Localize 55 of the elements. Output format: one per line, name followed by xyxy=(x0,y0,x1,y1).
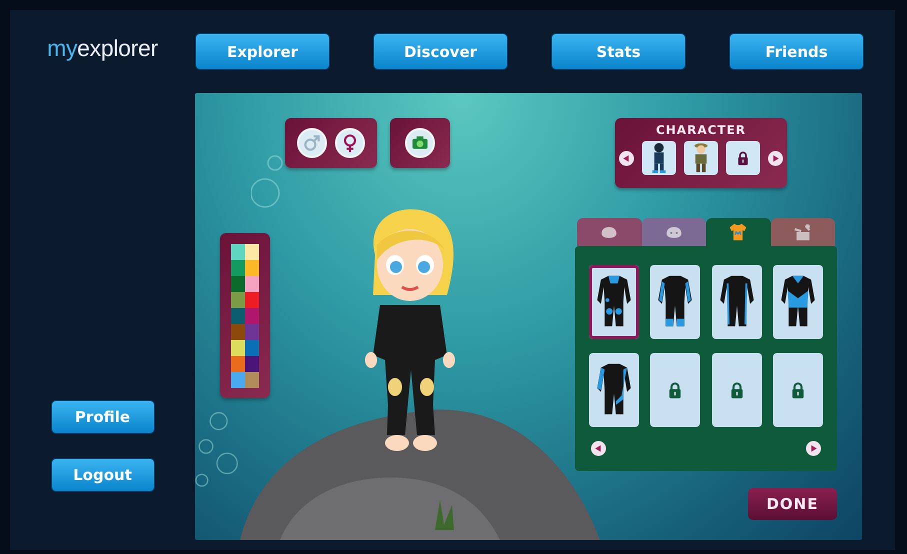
color-swatch[interactable] xyxy=(231,324,245,340)
lock-icon xyxy=(730,382,744,398)
gender-button[interactable] xyxy=(335,128,365,158)
outfit-item[interactable] xyxy=(772,353,823,427)
camera-button[interactable] xyxy=(405,128,435,158)
color-swatch[interactable] xyxy=(245,244,259,260)
previous-button[interactable] xyxy=(591,441,606,456)
outfit-item[interactable] xyxy=(712,353,762,427)
hair-tab[interactable] xyxy=(577,218,642,246)
color-swatch[interactable] xyxy=(231,340,245,356)
nav-button[interactable]: Discover xyxy=(373,33,508,70)
color-swatch[interactable] xyxy=(231,356,245,372)
clothes-tab[interactable] xyxy=(706,218,770,246)
color-swatch[interactable] xyxy=(245,356,259,372)
nav-button[interactable]: Stats xyxy=(551,33,686,70)
outfit-item[interactable] xyxy=(589,265,639,339)
side-button[interactable]: Profile xyxy=(50,400,154,434)
outfit-item[interactable] xyxy=(650,353,700,427)
male-icon xyxy=(302,133,322,153)
lock-icon xyxy=(668,382,682,398)
nav-button[interactable]: Explorer xyxy=(195,33,330,70)
color-swatch[interactable] xyxy=(231,308,245,324)
color-swatch[interactable] xyxy=(245,340,259,356)
lock-icon xyxy=(737,150,749,166)
color-swatch[interactable] xyxy=(245,260,259,276)
gender-button[interactable] xyxy=(297,128,327,158)
color-swatch[interactable] xyxy=(245,324,259,340)
nav-button[interactable]: Friends xyxy=(729,33,864,70)
panel-title: CHARACTER xyxy=(656,123,746,137)
color-swatch[interactable] xyxy=(245,372,259,388)
color-swatch[interactable] xyxy=(231,260,245,276)
color-swatch[interactable] xyxy=(231,244,245,260)
character-option[interactable] xyxy=(726,141,760,175)
color-swatch[interactable] xyxy=(245,292,259,308)
logo: myexplorer xyxy=(46,35,159,63)
character-option[interactable] xyxy=(642,141,676,175)
face-tab[interactable] xyxy=(642,218,706,246)
color-swatch[interactable] xyxy=(231,276,245,292)
color-swatch[interactable] xyxy=(231,292,245,308)
character-option[interactable] xyxy=(684,141,718,175)
lock-icon xyxy=(790,382,805,398)
outfit-item[interactable] xyxy=(772,265,823,339)
color-swatch[interactable] xyxy=(231,372,245,388)
done-button[interactable]: DONE xyxy=(748,488,837,520)
side-button[interactable]: Logout xyxy=(50,458,154,492)
outfit-item[interactable] xyxy=(712,265,762,339)
accessories-tab[interactable] xyxy=(770,218,835,246)
next-button[interactable] xyxy=(806,441,821,456)
color-swatch[interactable] xyxy=(245,308,259,324)
color-swatch[interactable] xyxy=(245,276,259,292)
outfit-item[interactable] xyxy=(589,353,639,427)
bubbles-drawing xyxy=(251,155,283,208)
outfit-item[interactable] xyxy=(650,265,700,339)
previous-button[interactable] xyxy=(619,150,634,166)
next-button[interactable] xyxy=(768,150,783,166)
